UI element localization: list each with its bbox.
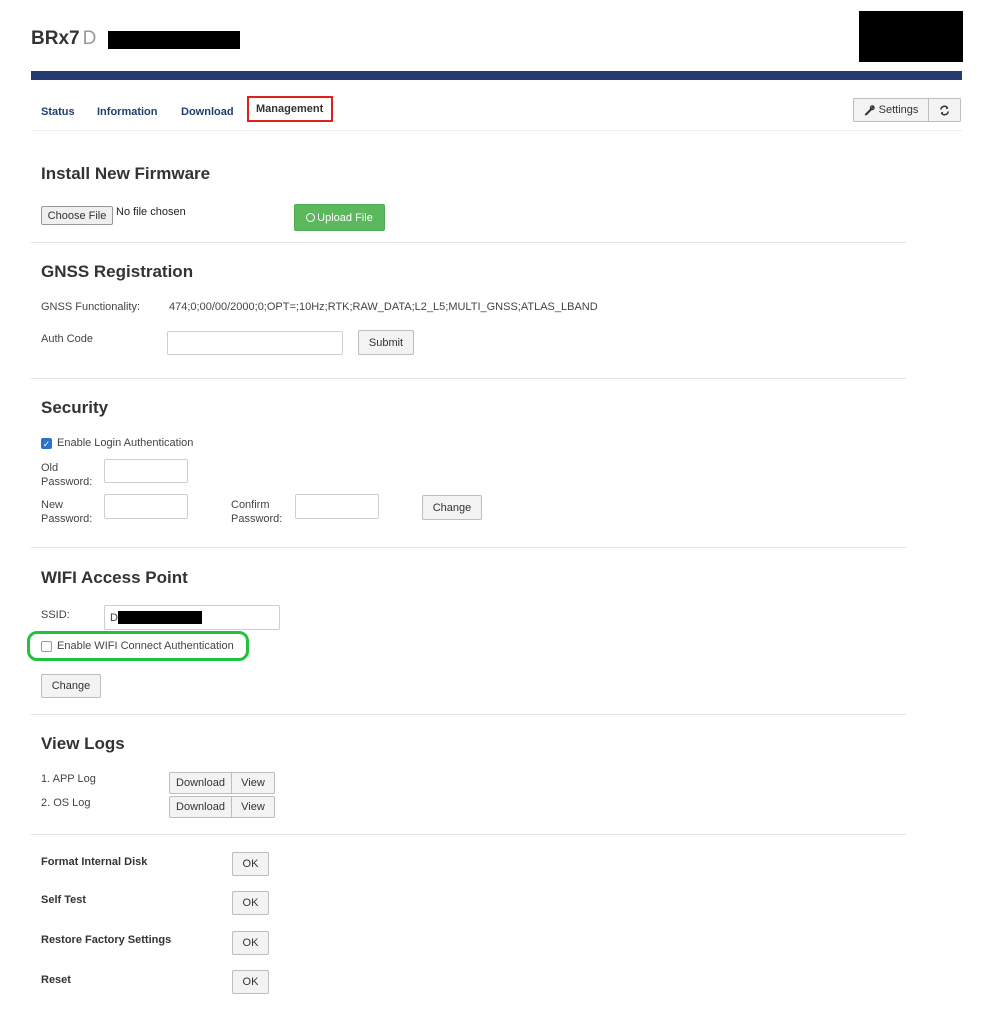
gnss-functionality-value: 474;0;00/00/2000;0;OPT=;10Hz;RTK;RAW_DAT… [169,301,598,313]
device-name: BRx7 [31,28,80,49]
ssid-value: D [110,612,118,624]
refresh-button[interactable] [929,98,961,122]
toolbar-button-group: Settings [853,98,961,122]
redacted-device-id [108,31,240,49]
redacted-ssid [118,611,202,624]
os-log-download-button[interactable]: Download [169,796,232,818]
restore-factory-ok-button[interactable]: OK [232,931,269,955]
enable-wifi-auth-checkbox[interactable] [41,641,52,652]
confirm-password-label-line1: Confirm [231,499,270,511]
firmware-heading: Install New Firmware [41,164,211,183]
enable-login-label: Enable Login Authentication [57,437,194,449]
gnss-heading: GNSS Registration [41,262,194,281]
settings-button[interactable]: Settings [853,98,929,122]
format-disk-ok-button[interactable]: OK [232,852,269,876]
old-password-label-line1: Old [41,462,59,474]
choose-file-button[interactable]: Choose File [41,206,113,225]
tab-divider [31,130,962,131]
ssid-label: SSID: [41,609,70,621]
section-divider [31,834,906,835]
submit-button[interactable]: Submit [358,330,414,355]
section-divider [31,714,906,715]
old-password-label-line2: Password: [41,476,93,488]
settings-label: Settings [878,104,919,116]
upload-icon [306,213,316,222]
gnss-functionality-label: GNSS Functionality: [41,301,141,313]
new-password-input[interactable] [104,494,188,519]
ssid-input[interactable]: D [104,605,280,630]
upload-label: Upload File [317,211,373,224]
format-disk-label: Format Internal Disk [41,856,148,868]
reset-label: Reset [41,974,71,986]
refresh-icon [940,105,949,115]
old-password-label: Old Password: [41,461,92,489]
file-status-text: No file chosen [116,206,186,218]
wifi-change-button[interactable]: Change [41,674,101,698]
tab-management[interactable]: Management [247,96,334,122]
enable-login-checkbox[interactable]: ✓ [41,438,52,449]
restore-factory-label: Restore Factory Settings [41,934,172,946]
app-log-download-button[interactable]: Download [169,772,232,794]
section-divider [31,242,906,243]
tab-information[interactable]: Information [97,106,158,118]
new-password-label-line1: New [41,499,64,511]
os-log-view-button[interactable]: View [232,796,275,818]
redacted-logo [859,11,963,62]
auth-code-label: Auth Code [41,333,93,345]
wrench-icon [864,104,875,116]
logs-heading: View Logs [41,734,125,753]
os-log-button-group: Download View [169,796,275,818]
header-accent-bar [31,71,962,80]
reset-ok-button[interactable]: OK [232,970,269,994]
app-log-label: 1. APP Log [41,773,96,785]
app-log-view-button[interactable]: View [232,772,275,794]
device-suffix: D [82,28,97,49]
confirm-password-input[interactable] [295,494,379,519]
section-divider [31,547,906,548]
confirm-password-label-line2: Password: [231,513,283,525]
self-test-label: Self Test [41,894,87,906]
auth-code-input[interactable] [167,331,343,355]
confirm-password-label: Confirm Password: [231,498,282,526]
wifi-heading: WIFI Access Point [41,568,188,587]
upload-file-button[interactable]: Upload File [294,204,385,231]
old-password-input[interactable] [104,459,188,483]
security-heading: Security [41,398,109,417]
tab-status[interactable]: Status [41,106,75,118]
new-password-label-line2: Password: [41,513,93,525]
os-log-label: 2. OS Log [41,797,91,809]
self-test-ok-button[interactable]: OK [232,891,269,915]
app-log-button-group: Download View [169,772,275,794]
enable-wifi-auth-label: Enable WIFI Connect Authentication [57,640,234,652]
security-change-button[interactable]: Change [422,495,482,520]
section-divider [31,378,906,379]
new-password-label: New Password: [41,498,92,526]
tab-download[interactable]: Download [181,106,234,118]
page-title: BRx7 D [31,28,96,50]
